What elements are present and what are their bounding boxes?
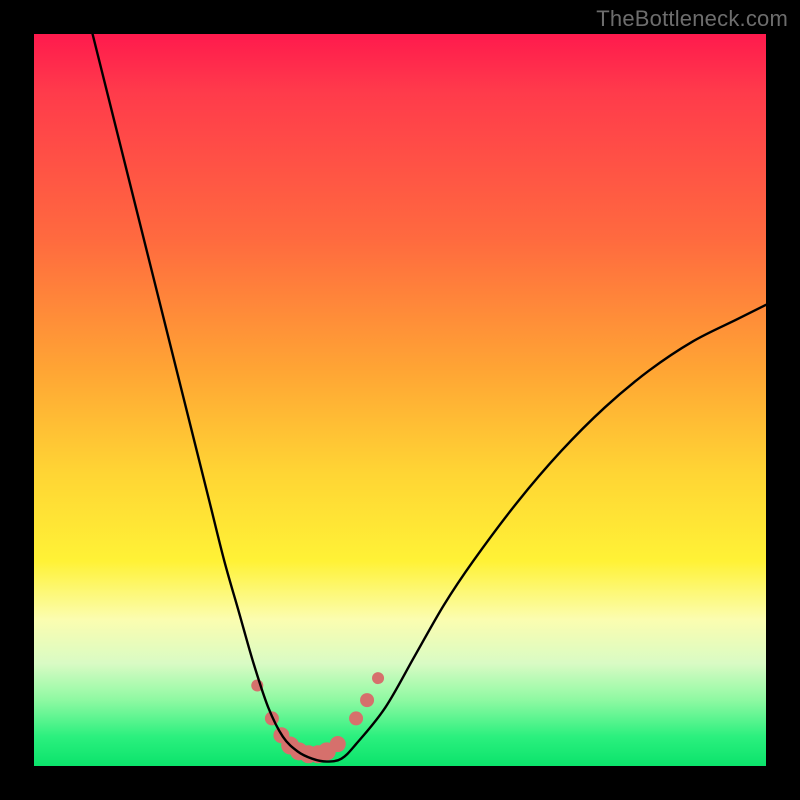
highlight-dot — [360, 693, 374, 707]
highlight-dot — [349, 711, 363, 725]
bottleneck-curve-svg — [34, 34, 766, 766]
plot-area — [34, 34, 766, 766]
bottleneck-curve — [93, 34, 766, 762]
watermark-text: TheBottleneck.com — [596, 6, 788, 32]
highlight-markers — [251, 672, 384, 763]
highlight-dot — [330, 736, 346, 752]
chart-frame: TheBottleneck.com — [0, 0, 800, 800]
highlight-dot — [372, 672, 384, 684]
